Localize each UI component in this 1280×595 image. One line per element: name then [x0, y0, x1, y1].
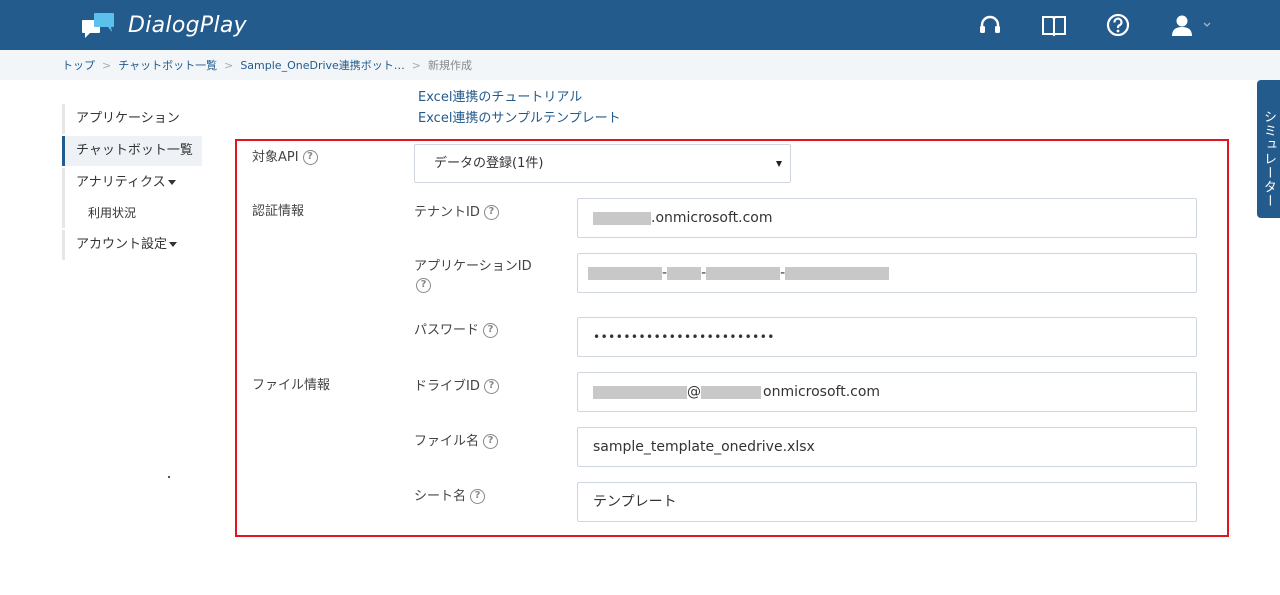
tenant-id-label-text: テナントID	[414, 205, 480, 220]
drive-id-suffix: onmicrosoft.com	[763, 384, 881, 400]
excel-sample-template-link[interactable]: Excel連携のサンプルテンプレート	[418, 107, 621, 126]
dropdown-arrow-icon	[776, 161, 782, 167]
help-icon[interactable]: ?	[483, 434, 499, 449]
stray-dot	[168, 476, 170, 478]
file-name-label-text: ファイル名	[414, 434, 480, 449]
target-api-select[interactable]: データの登録(1件)	[414, 144, 791, 183]
target-api-label-text: 対象API	[252, 150, 299, 165]
help-icon[interactable]: ?	[470, 489, 486, 504]
sheet-name-label: シート名?	[414, 485, 486, 504]
sidebar-item-analytics[interactable]: アナリティクス	[62, 168, 202, 198]
file-name-label: ファイル名?	[414, 430, 499, 449]
redacted-text	[593, 211, 651, 225]
breadcrumb-separator: >	[411, 58, 422, 72]
logo-icon	[82, 11, 116, 39]
breadcrumb-current: 新規作成	[428, 59, 473, 72]
sheet-name-input[interactable]: テンプレート	[577, 482, 1197, 522]
sidebar-nav: アプリケーション チャットボット一覧 アナリティクス 利用状況 アカウント設定	[62, 104, 202, 260]
redacted-text	[706, 266, 781, 280]
excel-tutorial-link[interactable]: Excel連携のチュートリアル	[418, 86, 582, 105]
sidebar-item-applications[interactable]: アプリケーション	[62, 104, 202, 134]
simulator-tab[interactable]: シミュレーター	[1257, 80, 1280, 218]
redacted-text	[667, 266, 702, 280]
caret-down-icon	[169, 242, 178, 247]
redacted-text	[701, 385, 761, 399]
help-icon[interactable]: ?	[302, 150, 318, 165]
drive-id-input[interactable]: @ onmicrosoft.com	[577, 372, 1197, 412]
redacted-text	[588, 266, 662, 280]
sidebar-item-usage[interactable]: 利用状況	[62, 198, 202, 228]
breadcrumb: トップ > チャットボット一覧 > Sample_OneDrive連携ボット… …	[0, 50, 1280, 80]
application-id-label-text: アプリケーションID	[414, 259, 532, 274]
book-icon[interactable]	[1040, 11, 1068, 39]
sidebar-item-account-settings[interactable]: アカウント設定	[62, 230, 202, 260]
user-icon	[1172, 15, 1211, 36]
caret-down-icon	[167, 180, 176, 185]
target-api-label: 対象API?	[252, 146, 318, 165]
help-icon[interactable]: ?	[416, 278, 431, 293]
redacted-text	[593, 385, 687, 399]
redacted-text	[785, 266, 890, 280]
application-id-label: アプリケーションID	[414, 255, 532, 274]
breadcrumb-separator: >	[102, 58, 112, 72]
password-input[interactable]: ••••••••••••••••••••••••	[577, 317, 1197, 357]
breadcrumb-bot[interactable]: Sample_OneDrive連携ボット…	[240, 57, 404, 73]
breadcrumb-separator: >	[224, 58, 234, 72]
tenant-id-suffix: .onmicrosoft.com	[651, 210, 773, 226]
sidebar-item-label: 利用状況	[88, 206, 137, 220]
target-api-value: データの登録(1件)	[434, 156, 544, 171]
drive-id-label-text: ドライブID	[414, 379, 480, 394]
app-title: DialogPlay	[128, 12, 247, 38]
tenant-id-input[interactable]: .onmicrosoft.com	[577, 198, 1197, 238]
sidebar-item-chatbots[interactable]: チャットボット一覧	[62, 136, 202, 166]
file-section-label: ファイル情報	[252, 378, 331, 393]
help-icon[interactable]: ?	[483, 205, 499, 220]
password-label: パスワード?	[414, 319, 499, 338]
app-logo[interactable]: DialogPlay	[82, 10, 247, 40]
help-circle-icon[interactable]	[1104, 11, 1132, 39]
sidebar-item-label: アプリケーション	[76, 111, 180, 126]
sidebar-item-label: チャットボット一覧	[76, 143, 193, 158]
drive-id-at: @	[687, 384, 701, 400]
sidebar-item-label: アナリティクス	[76, 175, 166, 190]
breadcrumb-chatbot-list[interactable]: チャットボット一覧	[118, 57, 217, 73]
tenant-id-label: テナントID?	[414, 201, 499, 220]
help-icon[interactable]: ?	[483, 379, 499, 394]
password-label-text: パスワード	[414, 323, 480, 338]
user-menu[interactable]	[1168, 11, 1214, 39]
file-name-input[interactable]: sample_template_onedrive.xlsx	[577, 427, 1197, 467]
headset-icon[interactable]	[976, 11, 1004, 39]
sidebar-item-label: アカウント設定	[76, 237, 168, 252]
top-header: DialogPlay	[0, 0, 1280, 50]
help-icon[interactable]: ?	[483, 323, 499, 338]
breadcrumb-top[interactable]: トップ	[62, 57, 95, 73]
application-id-input[interactable]: ---	[577, 253, 1197, 293]
sheet-name-label-text: シート名	[414, 489, 467, 504]
drive-id-label: ドライブID?	[414, 375, 499, 394]
auth-section-label: 認証情報	[252, 204, 305, 219]
